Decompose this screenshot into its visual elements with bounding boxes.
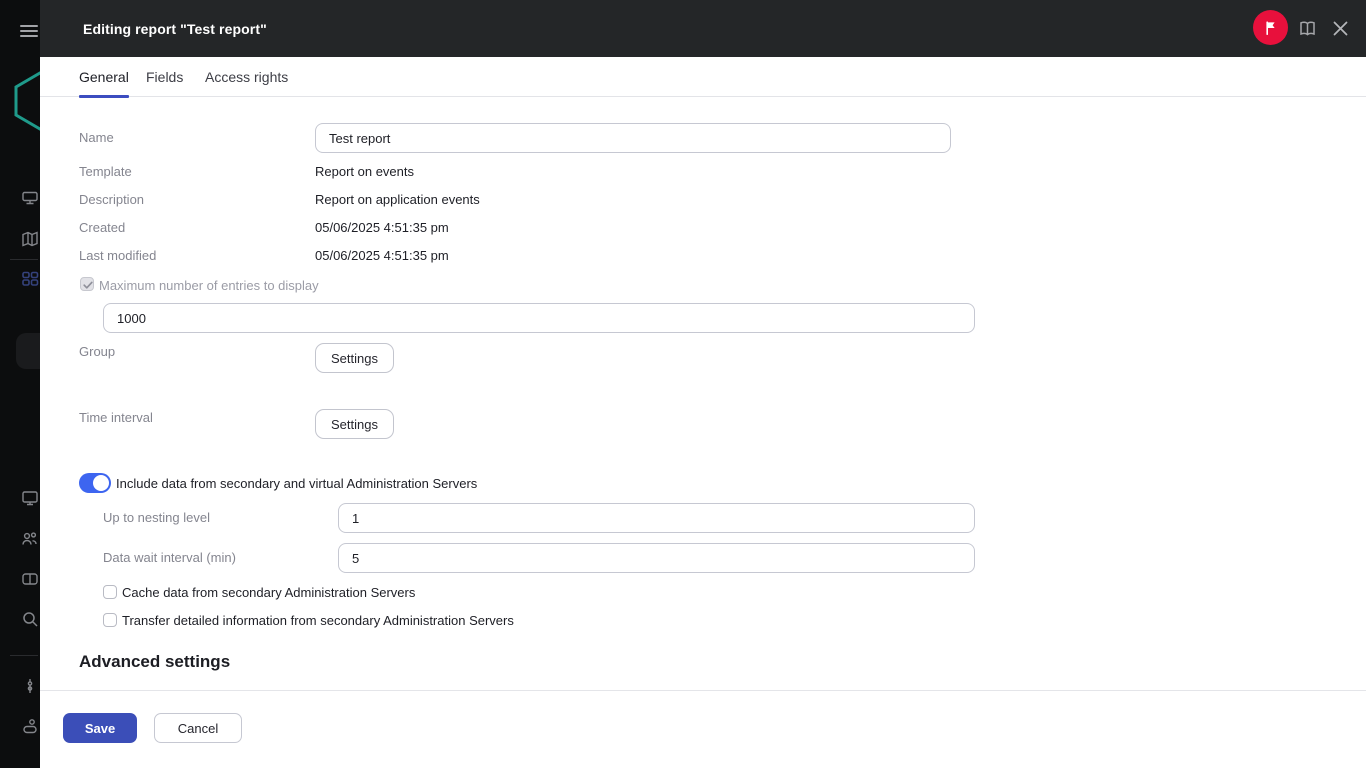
created-value: 05/06/2025 4:51:35 pm bbox=[315, 220, 449, 235]
template-label: Template bbox=[79, 164, 132, 179]
tab-fields[interactable]: Fields bbox=[146, 57, 183, 97]
include-secondary-toggle[interactable] bbox=[79, 473, 111, 493]
wait-interval-input[interactable] bbox=[338, 543, 975, 573]
description-value: Report on application events bbox=[315, 192, 480, 207]
max-entries-label: Maximum number of entries to display bbox=[99, 278, 319, 293]
flag-icon bbox=[1262, 19, 1279, 36]
repositories-icon[interactable] bbox=[21, 570, 39, 588]
account-person-icon[interactable] bbox=[21, 717, 39, 735]
time-interval-label: Time interval bbox=[79, 410, 153, 425]
checkmark-icon bbox=[82, 279, 94, 291]
wait-interval-label: Data wait interval (min) bbox=[103, 550, 236, 565]
tab-general[interactable]: General bbox=[79, 57, 129, 97]
monitoring-dashboard-icon[interactable] bbox=[21, 270, 39, 288]
group-settings-button[interactable]: Settings bbox=[315, 343, 394, 373]
users-group-icon[interactable] bbox=[21, 530, 39, 548]
max-entries-checkbox[interactable] bbox=[80, 277, 94, 291]
created-label: Created bbox=[79, 220, 125, 235]
console-settings-sliders-icon[interactable] bbox=[21, 677, 39, 695]
sidebar-divider bbox=[10, 655, 38, 656]
edit-report-dialog: Editing report "Test report" General Fie… bbox=[40, 0, 1366, 768]
cancel-button[interactable]: Cancel bbox=[154, 713, 242, 743]
name-input[interactable] bbox=[315, 123, 951, 153]
search-icon[interactable] bbox=[21, 610, 39, 628]
transfer-info-checkbox[interactable] bbox=[103, 613, 117, 627]
sidebar-divider bbox=[10, 259, 38, 260]
dialog-tabbar: General Fields Access rights bbox=[40, 57, 1366, 97]
tab-access-rights[interactable]: Access rights bbox=[205, 57, 288, 97]
description-label: Description bbox=[79, 192, 144, 207]
menu-hamburger-icon[interactable] bbox=[20, 25, 38, 37]
last-modified-value: 05/06/2025 4:51:35 pm bbox=[315, 248, 449, 263]
footer-divider bbox=[40, 690, 1366, 691]
nesting-level-input[interactable] bbox=[338, 503, 975, 533]
advanced-settings-heading[interactable]: Advanced settings bbox=[79, 652, 230, 672]
group-label: Group bbox=[79, 344, 115, 359]
last-modified-label: Last modified bbox=[79, 248, 156, 263]
dialog-title: Editing report "Test report" bbox=[83, 0, 267, 57]
name-label: Name bbox=[79, 130, 114, 145]
save-button[interactable]: Save bbox=[63, 713, 137, 743]
transfer-info-label: Transfer detailed information from secon… bbox=[122, 613, 514, 628]
feedback-flag-button[interactable] bbox=[1253, 10, 1288, 45]
devices-monitor-icon[interactable] bbox=[21, 489, 39, 507]
cache-data-label: Cache data from secondary Administration… bbox=[122, 585, 415, 600]
toggle-knob bbox=[93, 475, 109, 491]
nesting-level-label: Up to nesting level bbox=[103, 510, 210, 525]
help-book-icon[interactable] bbox=[1298, 19, 1317, 38]
map-icon[interactable] bbox=[21, 230, 39, 248]
close-icon[interactable] bbox=[1331, 19, 1350, 38]
cache-data-checkbox[interactable] bbox=[103, 585, 117, 599]
time-interval-settings-button[interactable]: Settings bbox=[315, 409, 394, 439]
max-entries-input[interactable] bbox=[103, 303, 975, 333]
server-console-icon[interactable] bbox=[21, 189, 39, 207]
template-value: Report on events bbox=[315, 164, 414, 179]
dialog-titlebar: Editing report "Test report" bbox=[40, 0, 1366, 57]
include-secondary-label: Include data from secondary and virtual … bbox=[116, 476, 477, 491]
